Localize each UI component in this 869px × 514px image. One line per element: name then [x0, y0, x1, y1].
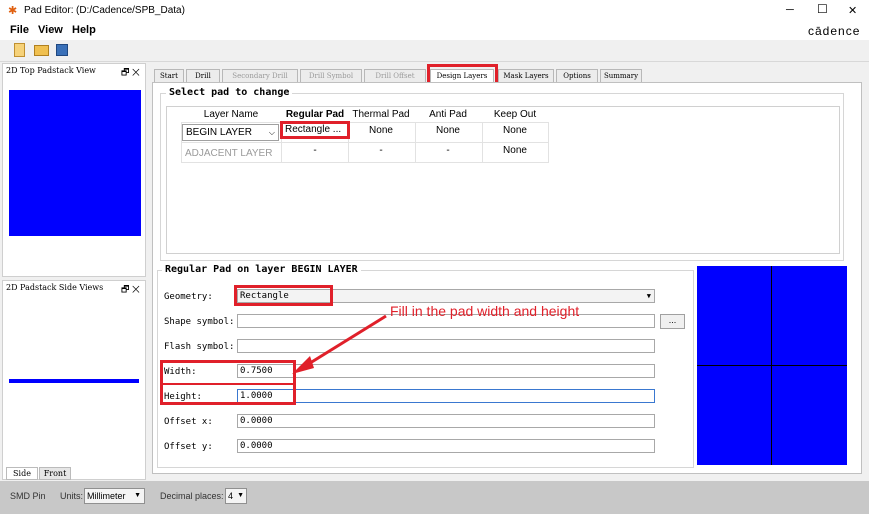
minimize-button[interactable]: ─ [786, 4, 794, 16]
header-layer-name: Layer Name [203, 109, 259, 120]
side-view-title: 2D Padstack Side Views [6, 283, 104, 292]
chevron-down-icon: ▼ [646, 292, 651, 300]
tab-options-label: Options [563, 72, 591, 80]
tab-secondary-drill[interactable]: Secondary Drill [222, 69, 298, 82]
menu-bar: File View Help cādence [0, 22, 869, 40]
cell-adjacent-regular: - [313, 145, 317, 156]
side-tab-front[interactable]: Front [39, 467, 71, 480]
highlight-divider [160, 383, 296, 385]
top-view-panel: 2D Top Padstack View 🗗 ✕ [2, 63, 146, 277]
table-grid-row-divider [181, 142, 549, 143]
side-view-panel: 2D Padstack Side Views 🗗 ✕ Side Front [2, 280, 146, 480]
tab-mask-layers-label: Mask Layers [503, 72, 549, 80]
window-path: (D:/Cadence/SPB_Data) [76, 5, 185, 16]
annotation-text: Fill in the pad width and height [390, 303, 580, 319]
decimal-label: Decimal places: [160, 491, 224, 501]
side-tab-front-label: Front [43, 469, 67, 478]
geometry-label: Geometry: [164, 292, 213, 302]
height-input[interactable]: 1.0000 [237, 389, 655, 403]
offset-y-label: Offset y: [164, 442, 213, 452]
units-select-value: Millimeter [87, 491, 126, 501]
decimal-select-value: 4 [228, 491, 234, 501]
tab-drill-label: Drill [195, 72, 211, 80]
cell-anti-pad[interactable]: None [415, 125, 481, 136]
close-button[interactable]: ✕ [848, 4, 857, 17]
tab-start-label: Start [160, 72, 178, 80]
save-icon[interactable] [56, 44, 68, 56]
chevron-down-icon: ▼ [134, 492, 141, 499]
top-view-canvas [9, 90, 141, 236]
side-tab-side-label: Side [13, 469, 31, 478]
header-keep-out: Keep Out [493, 109, 537, 120]
menu-help[interactable]: Help [72, 24, 96, 36]
status-bar: SMD Pin Units: Millimeter ▼ Decimal plac… [0, 481, 869, 514]
tab-options[interactable]: Options [556, 69, 598, 82]
layer-select-value: BEGIN LAYER [186, 127, 252, 138]
status-mode: SMD Pin [10, 491, 46, 501]
tab-start[interactable]: Start [154, 69, 184, 82]
tab-drill-symbol-label: Drill Symbol [308, 72, 354, 80]
pad-preview [697, 266, 847, 465]
tab-drill[interactable]: Drill [186, 69, 220, 82]
cell-thermal-pad[interactable]: None [348, 125, 414, 136]
chevron-down-icon: ▼ [237, 492, 244, 499]
shape-browse-button[interactable]: ... [660, 314, 685, 329]
regular-pad-title: Regular Pad on layer BEGIN LAYER [162, 264, 361, 275]
chevron-down-icon: ⌵ [268, 128, 275, 137]
cell-adjacent-thermal: - [379, 145, 383, 156]
open-folder-icon[interactable] [34, 45, 49, 56]
preview-crosshair-h [697, 365, 847, 366]
select-pad-title: Select pad to change [166, 87, 293, 98]
cadence-logo: cādence [808, 24, 861, 38]
units-label: Units: [60, 491, 84, 501]
tab-drill-offset-label: Drill Offset [375, 72, 415, 80]
panel-pin-icon[interactable]: 🗗 ✕ [121, 282, 140, 298]
cell-adjacent-layer: ADJACENT LAYER [185, 148, 273, 159]
units-select[interactable]: Millimeter ▼ [84, 488, 145, 504]
title-bar: ✱ Pad Editor: (D:/Cadence/SPB_Data) ─ ☐ … [0, 0, 869, 22]
offset-x-input[interactable]: 0.0000 [237, 414, 655, 428]
menu-view[interactable]: View [38, 24, 63, 36]
app-icon: ✱ [8, 5, 18, 17]
menu-file[interactable]: File [10, 24, 29, 36]
offset-x-label: Offset x: [164, 417, 213, 427]
geometry-highlight [234, 285, 333, 306]
tab-summary[interactable]: Summary [600, 69, 642, 82]
annotation-arrow [292, 314, 387, 374]
layer-select[interactable]: BEGIN LAYER ⌵ [182, 124, 279, 141]
cell-adjacent-anti: - [446, 145, 450, 156]
side-view-pad-line [9, 379, 139, 383]
tab-drill-offset[interactable]: Drill Offset [364, 69, 426, 82]
tab-drill-symbol[interactable]: Drill Symbol [300, 69, 362, 82]
shape-browse-label: ... [668, 315, 677, 325]
cell-keep-out[interactable]: None [482, 125, 548, 136]
new-file-icon[interactable] [14, 43, 25, 57]
side-tab-side[interactable]: Side [6, 467, 38, 480]
panel-pin-icon[interactable]: 🗗 ✕ [121, 65, 140, 81]
offset-y-input[interactable]: 0.0000 [237, 439, 655, 453]
header-regular-pad: Regular Pad [285, 109, 345, 120]
shape-symbol-label: Shape symbol: [164, 317, 235, 327]
flash-symbol-label: Flash symbol: [164, 342, 235, 352]
tab-summary-label: Summary [603, 72, 639, 80]
top-view-title: 2D Top Padstack View [6, 66, 96, 75]
tab-secondary-drill-label: Secondary Drill [232, 72, 288, 80]
regular-pad-highlight [280, 121, 350, 139]
header-anti-pad: Anti Pad [429, 109, 467, 120]
tab-mask-layers[interactable]: Mask Layers [498, 69, 554, 82]
maximize-button[interactable]: ☐ [817, 2, 828, 16]
cell-adjacent-keep-out: None [503, 145, 527, 156]
header-thermal-pad: Thermal Pad [352, 109, 410, 120]
toolbar [0, 40, 869, 62]
window-title: Pad Editor: [24, 5, 74, 16]
offset-x-value: 0.0000 [240, 416, 273, 426]
decimal-select[interactable]: 4 ▼ [225, 488, 247, 504]
offset-y-value: 0.0000 [240, 441, 273, 451]
